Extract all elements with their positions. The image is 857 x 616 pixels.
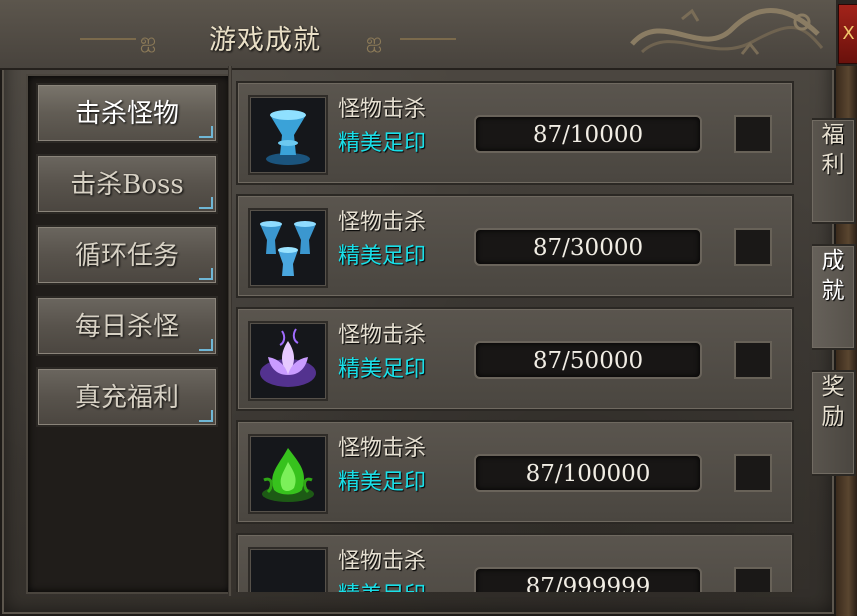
achievement-reward: 精美足印 <box>338 577 426 592</box>
tab-char: 成 <box>821 248 845 274</box>
claim-checkbox[interactable] <box>734 228 772 266</box>
achievement-row: 怪物击杀 精美足印 87/100000 <box>236 420 794 524</box>
close-button[interactable]: X <box>838 4 857 64</box>
claim-checkbox[interactable] <box>734 341 772 379</box>
blue-cup-icon <box>248 95 328 175</box>
tab-achievement[interactable]: 成 就 <box>812 244 856 350</box>
achievement-title: 怪物击杀 <box>338 436 427 461</box>
green-flame-icon <box>248 434 328 514</box>
tab-reward[interactable]: 奖 励 <box>812 370 856 476</box>
claim-checkbox[interactable] <box>734 454 772 492</box>
achievement-title: 怪物击杀 <box>338 549 427 574</box>
achievement-reward: 精美足印 <box>338 131 427 156</box>
claim-checkbox[interactable] <box>734 115 772 153</box>
progress-value: 87/10000 <box>474 115 702 153</box>
achievement-reward: 精美足印 <box>338 244 427 269</box>
dark-icon <box>248 547 328 592</box>
purple-lotus-icon <box>248 321 328 401</box>
achievement-title: 怪物击杀 <box>338 97 427 122</box>
achievement-list: 怪物击杀 精美足印 87/10000 怪物击杀 精美足印 87/30000 怪物… <box>0 0 836 592</box>
achievement-row: 怪物击杀 精美足印 87/30000 <box>236 194 794 298</box>
blue-twin-cup-icon <box>248 208 328 288</box>
tab-char: 奖 <box>821 374 845 400</box>
achievement-title: 怪物击杀 <box>338 323 427 348</box>
tab-char: 励 <box>821 404 845 430</box>
achievement-row: 怪物击杀 精美足印 87/10000 <box>236 81 794 185</box>
achievement-row: 怪物击杀 精美足印 87/999999 <box>236 533 794 592</box>
achievement-title: 怪物击杀 <box>338 210 427 235</box>
tab-welfare[interactable]: 福 利 <box>812 118 856 224</box>
achievement-reward: 精美足印 <box>338 357 427 382</box>
achievement-row: 怪物击杀 精美足印 87/50000 <box>236 307 794 411</box>
progress-value: 87/100000 <box>474 454 702 492</box>
progress-value: 87/50000 <box>474 341 702 379</box>
tab-char: 福 <box>821 122 845 148</box>
progress-value: 87/999999 <box>474 567 702 592</box>
tab-char: 利 <box>821 152 845 178</box>
achievement-reward: 精美足印 <box>338 470 427 495</box>
claim-checkbox[interactable] <box>734 567 772 592</box>
progress-value: 87/30000 <box>474 228 702 266</box>
tab-char: 就 <box>821 278 845 304</box>
